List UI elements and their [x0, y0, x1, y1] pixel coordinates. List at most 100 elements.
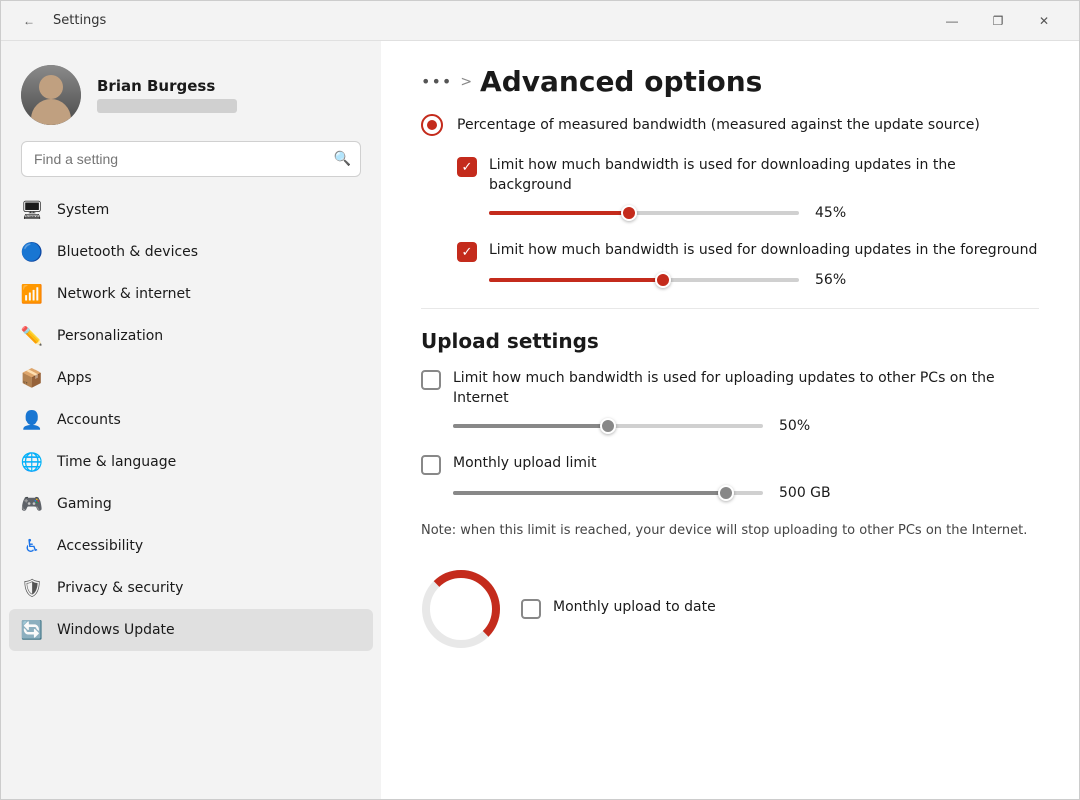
monthly-to-date-checkbox[interactable] — [521, 599, 541, 619]
foreground-slider-fill — [489, 278, 663, 282]
breadcrumb-separator: > — [460, 74, 472, 90]
settings-window: ← Settings — ❐ ✕ Brian Burgess — [0, 0, 1080, 800]
content-area: ••• > Advanced options Percentage of mea… — [381, 41, 1079, 799]
background-slider-fill — [489, 211, 629, 215]
background-checkbox[interactable]: ✓ — [457, 157, 477, 177]
monthly-checkbox[interactable] — [421, 455, 441, 475]
accounts-icon: 👤 — [21, 409, 43, 431]
sidebar-item-gaming[interactable]: 🎮 Gaming — [9, 483, 373, 525]
monthly-slider-row: 500 GB — [453, 485, 1039, 501]
avatar-image — [21, 65, 81, 125]
foreground-checkbox[interactable]: ✓ — [457, 242, 477, 262]
foreground-slider-row: 56% — [489, 272, 1039, 288]
privacy-icon: 🛡 — [21, 577, 43, 599]
search-box: 🔍 — [21, 141, 361, 177]
breadcrumb: ••• > Advanced options — [421, 65, 1039, 98]
user-section: Brian Burgess — [1, 41, 381, 141]
pie-svg — [421, 569, 501, 649]
maximize-button[interactable]: ❐ — [975, 1, 1021, 41]
monthly-slider-track[interactable] — [453, 491, 763, 495]
radio-option-measured[interactable]: Percentage of measured bandwidth (measur… — [421, 114, 1039, 136]
sidebar-item-personalization[interactable]: ✏️ Personalization — [9, 315, 373, 357]
monthly-upload-info: Monthly upload to date — [521, 599, 716, 619]
sidebar-item-label-gaming: Gaming — [57, 496, 112, 512]
avatar-body — [31, 99, 71, 125]
foreground-checkbox-row: ✓ Limit how much bandwidth is used for d… — [457, 241, 1039, 262]
foreground-slider-track[interactable] — [489, 278, 799, 282]
sidebar-item-label-network: Network & internet — [57, 286, 191, 302]
personalization-icon: ✏️ — [21, 325, 43, 347]
monthly-slider-thumb[interactable] — [718, 485, 734, 501]
divider — [421, 308, 1039, 309]
sidebar-item-time[interactable]: 🌐 Time & language — [9, 441, 373, 483]
sidebar-item-bluetooth[interactable]: 🔵 Bluetooth & devices — [9, 231, 373, 273]
upload-section-title: Upload settings — [421, 329, 1039, 353]
foreground-download-block: ✓ Limit how much bandwidth is used for d… — [457, 241, 1039, 288]
main-layout: Brian Burgess 🔍 🖥 System 🔵 Bluetooth & d… — [1, 41, 1079, 799]
background-download-block: ✓ Limit how much bandwidth is used for d… — [457, 156, 1039, 221]
sidebar-item-network[interactable]: 📶 Network & internet — [9, 273, 373, 315]
monthly-upload-to-date-section: Monthly upload to date — [421, 569, 1039, 649]
apps-icon: 📦 — [21, 367, 43, 389]
user-email-placeholder — [97, 99, 237, 113]
titlebar-left: ← Settings — [13, 1, 106, 41]
monthly-checkbox-row: Monthly upload limit — [421, 454, 1039, 475]
user-info: Brian Burgess — [97, 77, 237, 113]
user-name: Brian Burgess — [97, 77, 237, 95]
sidebar-item-system[interactable]: 🖥 System — [9, 189, 373, 231]
upload-checkbox-row: Limit how much bandwidth is used for upl… — [421, 369, 1039, 408]
sidebar-item-windows-update[interactable]: 🔄 Windows Update — [9, 609, 373, 651]
minimize-button[interactable]: — — [929, 1, 975, 41]
checkmark-icon-2: ✓ — [462, 245, 473, 260]
time-icon: 🌐 — [21, 451, 43, 473]
sidebar-item-privacy[interactable]: 🛡 Privacy & security — [9, 567, 373, 609]
sidebar-item-label-time: Time & language — [57, 454, 176, 470]
background-checkbox-label: Limit how much bandwidth is used for dow… — [489, 156, 1039, 195]
back-button[interactable]: ← — [13, 1, 45, 41]
background-slider-track[interactable] — [489, 211, 799, 215]
upload-bandwidth-block: Limit how much bandwidth is used for upl… — [421, 369, 1039, 434]
background-slider-value: 45% — [815, 205, 865, 221]
sidebar-item-label-accounts: Accounts — [57, 412, 121, 428]
upload-checkbox-label: Limit how much bandwidth is used for upl… — [453, 369, 1039, 408]
bluetooth-icon: 🔵 — [21, 241, 43, 263]
avatar — [21, 65, 81, 125]
upload-slider-fill — [453, 424, 608, 428]
titlebar: ← Settings — ❐ ✕ — [1, 1, 1079, 41]
search-input[interactable] — [21, 141, 361, 177]
sidebar-item-label-system: System — [57, 202, 109, 218]
upload-slider-row: 50% — [453, 418, 1039, 434]
nav-list: 🖥 System 🔵 Bluetooth & devices 📶 Network… — [1, 189, 381, 651]
sidebar-item-accounts[interactable]: 👤 Accounts — [9, 399, 373, 441]
close-button[interactable]: ✕ — [1021, 1, 1067, 41]
sidebar: Brian Burgess 🔍 🖥 System 🔵 Bluetooth & d… — [1, 41, 381, 799]
sidebar-item-accessibility[interactable]: ♿ Accessibility — [9, 525, 373, 567]
network-icon: 📶 — [21, 283, 43, 305]
windows-update-icon: 🔄 — [21, 619, 43, 641]
sidebar-item-label-privacy: Privacy & security — [57, 580, 183, 596]
sidebar-item-label-personalization: Personalization — [57, 328, 163, 344]
monthly-to-date-label: Monthly upload to date — [553, 599, 716, 615]
search-icon: 🔍 — [334, 151, 351, 167]
foreground-checkbox-label: Limit how much bandwidth is used for dow… — [489, 241, 1037, 261]
background-slider-thumb[interactable] — [621, 205, 637, 221]
upload-checkbox[interactable] — [421, 370, 441, 390]
foreground-slider-thumb[interactable] — [655, 272, 671, 288]
background-slider-row: 45% — [489, 205, 1039, 221]
radio-label-measured: Percentage of measured bandwidth (measur… — [457, 117, 980, 133]
breadcrumb-dots: ••• — [421, 72, 452, 91]
sidebar-item-label-apps: Apps — [57, 370, 92, 386]
upload-slider-thumb[interactable] — [600, 418, 616, 434]
sidebar-item-apps[interactable]: 📦 Apps — [9, 357, 373, 399]
accessibility-icon: ♿ — [21, 535, 43, 557]
app-title: Settings — [53, 13, 106, 28]
page-title: Advanced options — [480, 65, 762, 98]
upload-settings-section: Upload settings Limit how much bandwidth… — [421, 329, 1039, 541]
titlebar-right: — ❐ ✕ — [929, 1, 1067, 41]
sidebar-item-label-accessibility: Accessibility — [57, 538, 143, 554]
radio-dot — [427, 120, 437, 130]
radio-button-measured[interactable] — [421, 114, 443, 136]
background-checkbox-row: ✓ Limit how much bandwidth is used for d… — [457, 156, 1039, 195]
avatar-head — [39, 75, 63, 99]
upload-slider-track[interactable] — [453, 424, 763, 428]
